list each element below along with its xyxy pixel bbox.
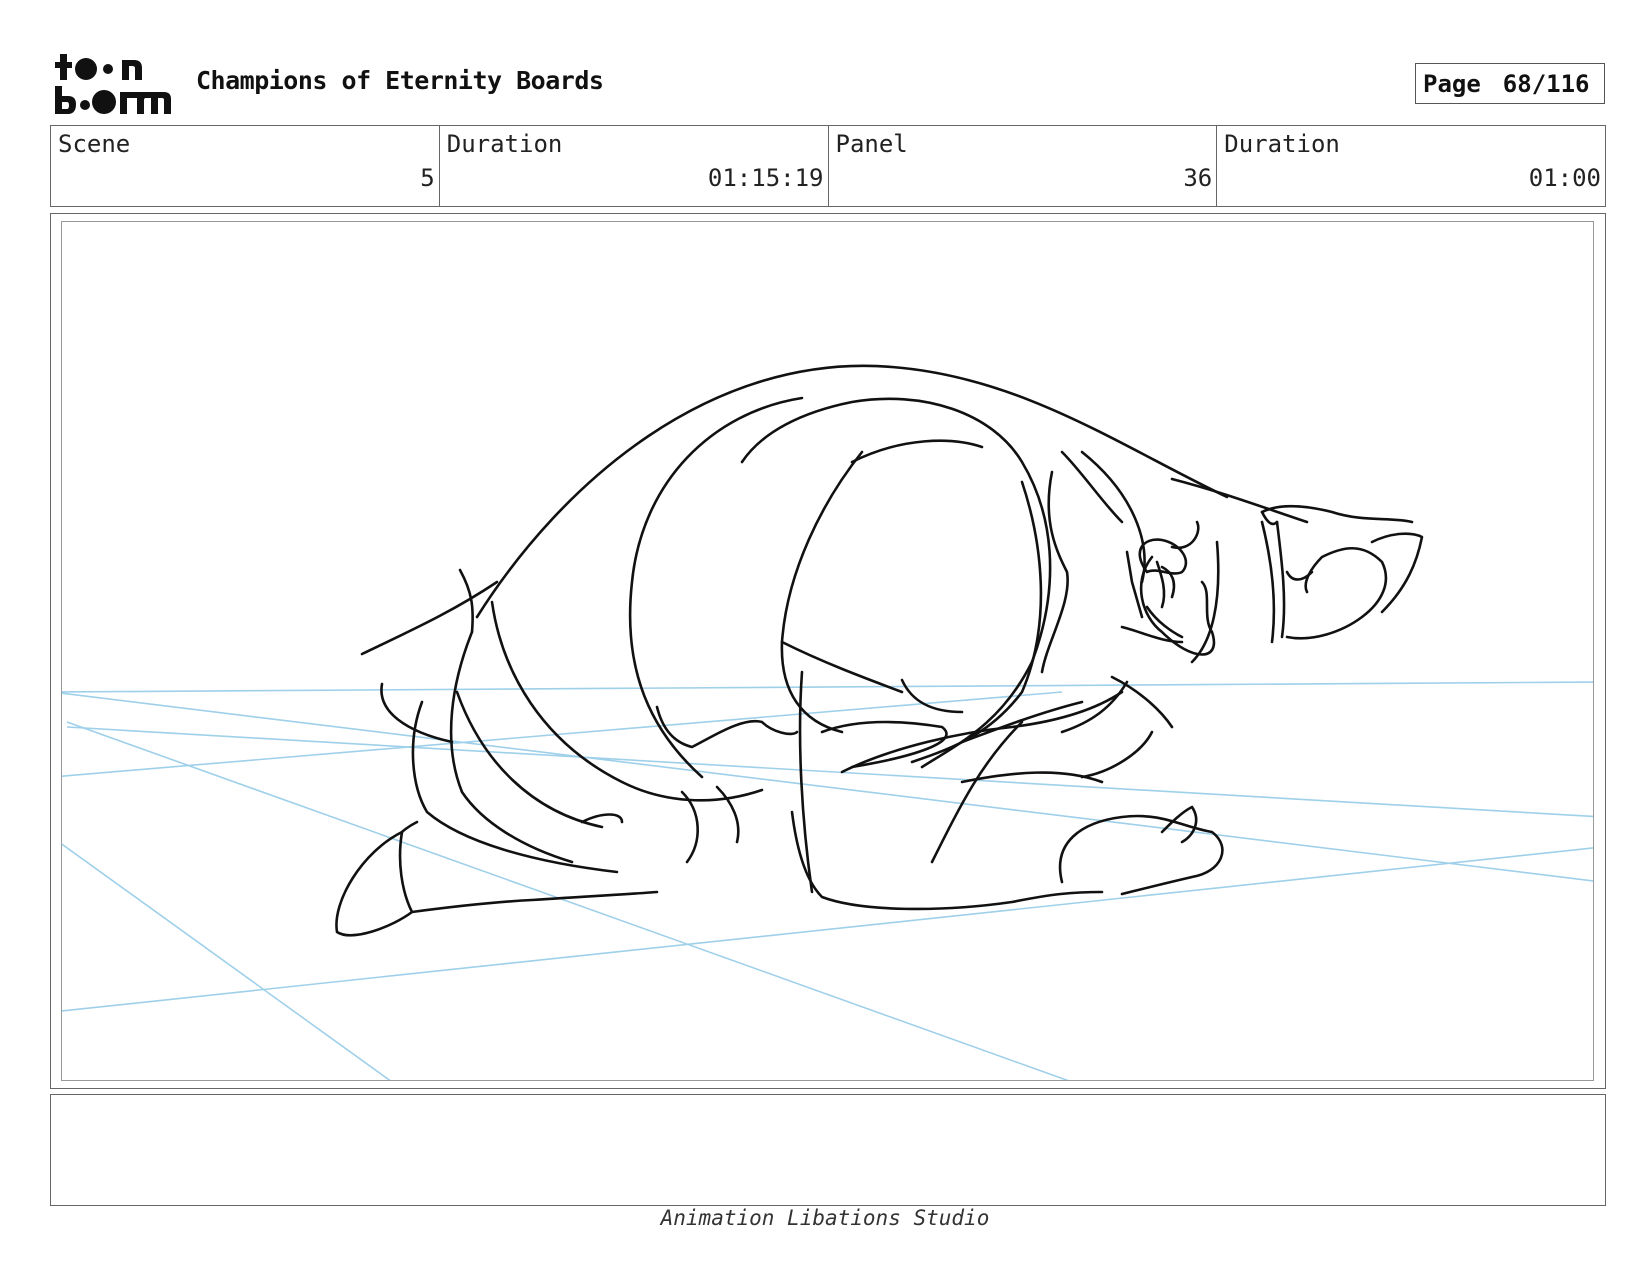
document-title: Champions of Eternity Boards (196, 66, 604, 95)
storyboard-panel (61, 221, 1594, 1081)
scene-duration-cell: Duration 01:15:19 (440, 126, 829, 206)
scene-duration-label: Duration (446, 130, 563, 158)
perspective-guides (62, 681, 1593, 1080)
scene-duration-value: 01:15:19 (707, 164, 824, 192)
scene-value: 5 (420, 164, 435, 192)
scene-cell: Scene 5 (51, 126, 440, 206)
panel-duration-cell: Duration 01:00 (1217, 126, 1605, 206)
scene-info-bar: Scene 5 Duration 01:15:19 Panel 36 Durat… (50, 125, 1606, 207)
character-sketch (335, 364, 1424, 937)
panel-cell: Panel 36 (829, 126, 1218, 206)
studio-footer: Animation Libations Studio (660, 1206, 990, 1230)
panel-value: 36 (1183, 164, 1213, 192)
panel-duration-label: Duration (1224, 130, 1340, 158)
scene-label: Scene (58, 130, 131, 158)
page-number: 68/116 (1502, 69, 1590, 98)
panel-duration-value: 01:00 (1528, 164, 1601, 192)
panel-notes-box (50, 1094, 1606, 1206)
page-indicator: Page 68/116 (1415, 63, 1605, 104)
panel-sketch-image (62, 364, 1593, 1080)
panel-label: Panel (835, 130, 908, 158)
toon-boom-logo (54, 52, 172, 116)
logo-graphic (55, 54, 171, 114)
page-label: Page (1423, 69, 1481, 98)
